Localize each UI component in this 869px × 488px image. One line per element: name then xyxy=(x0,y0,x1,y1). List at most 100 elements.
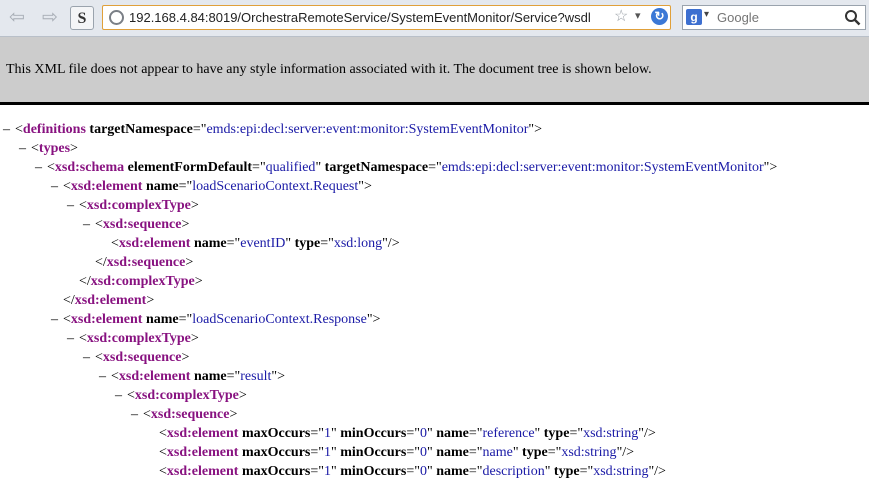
collapse-toggle[interactable]: – xyxy=(51,310,63,329)
attr-value: 1 xyxy=(324,426,332,441)
tag-name: xsd:element xyxy=(70,179,143,194)
xml-line: <xsd:element maxOccurs="1" minOccurs="0"… xyxy=(159,445,635,460)
search-icon[interactable] xyxy=(844,9,861,26)
attr-name: name xyxy=(436,464,469,479)
attr-name: type xyxy=(553,464,580,479)
tag-name: xsd:complexType xyxy=(134,388,239,403)
collapse-toggle[interactable]: – xyxy=(3,120,15,139)
xml-line: <xsd:element maxOccurs="1" minOccurs="0"… xyxy=(159,426,656,441)
tag-name: types xyxy=(38,141,71,156)
forward-arrow-icon[interactable]: ⇨ xyxy=(38,6,62,30)
attr-value: 1 xyxy=(324,464,332,479)
attr-name: targetNamespace xyxy=(324,160,429,175)
attr-value: xsd:string xyxy=(583,426,639,441)
attr-name: maxOccurs xyxy=(241,464,311,479)
tag-name: xsd:sequence xyxy=(102,350,182,365)
tag-name: xsd:element xyxy=(70,312,143,327)
tag-name: xsd:sequence xyxy=(150,407,230,422)
tag-name: xsd:sequence xyxy=(106,255,186,270)
xml-info-banner: This XML file does not appear to have an… xyxy=(0,37,869,105)
collapse-toggle[interactable]: – xyxy=(67,196,79,215)
chevron-down-icon[interactable]: ▾ xyxy=(635,9,641,22)
tag-name: definitions xyxy=(22,122,86,137)
attr-name: name xyxy=(436,445,469,460)
attr-name: maxOccurs xyxy=(241,426,311,441)
attr-name: name xyxy=(145,312,179,327)
tag-name: xsd:complexType xyxy=(86,331,191,346)
attr-name: minOccurs xyxy=(340,445,407,460)
collapse-toggle[interactable]: – xyxy=(83,348,95,367)
attr-value: 1 xyxy=(324,445,332,460)
attr-value: loadScenarioContext.Request xyxy=(192,179,359,194)
tag-name: xsd:element xyxy=(118,236,191,251)
s-extension-button[interactable]: S xyxy=(70,6,94,30)
xml-line: – <xsd:sequence> xyxy=(131,405,238,424)
xml-line: – <xsd:complexType> xyxy=(115,386,247,405)
attr-name: maxOccurs xyxy=(241,445,311,460)
bookmark-star-icon[interactable]: ☆ xyxy=(614,8,628,26)
xml-line: – <xsd:complexType> xyxy=(67,329,199,348)
google-logo-icon[interactable]: g xyxy=(686,9,702,25)
tag-name: xsd:element xyxy=(74,293,147,308)
xml-line: – <xsd:complexType> xyxy=(67,196,199,215)
attr-name: minOccurs xyxy=(340,464,407,479)
globe-icon xyxy=(109,10,124,25)
search-bar[interactable]: g ▾ xyxy=(682,5,866,30)
xml-line: </xsd:sequence> xyxy=(95,255,194,270)
attr-value: emds:epi:decl:server:event:monitor:Syste… xyxy=(441,160,764,175)
attr-name: name xyxy=(436,426,469,441)
xml-line: </xsd:complexType> xyxy=(79,274,203,289)
attr-value: name xyxy=(482,445,513,460)
xml-line: – <definitions targetNamespace="emds:epi:… xyxy=(3,120,543,139)
tag-name: xsd:element xyxy=(118,369,191,384)
tag-name: xsd:element xyxy=(166,426,239,441)
collapse-toggle[interactable]: – xyxy=(83,215,95,234)
attr-value: description xyxy=(482,464,545,479)
banner-message: This XML file does not appear to have an… xyxy=(6,62,652,77)
collapse-toggle[interactable]: – xyxy=(131,405,143,424)
tag-name: xsd:element xyxy=(166,464,239,479)
url-text[interactable]: 192.168.4.84:8019/OrchestraRemoteService… xyxy=(129,10,591,26)
attr-name: targetNamespace xyxy=(89,122,193,137)
search-engine-dropdown-icon[interactable]: ▾ xyxy=(704,9,709,20)
address-bar[interactable]: 192.168.4.84:8019/OrchestraRemoteService… xyxy=(102,5,671,30)
tag-name: xsd:complexType xyxy=(86,198,191,213)
attr-value: emds:epi:decl:server:event:monitor:Syste… xyxy=(206,122,529,137)
xml-line: – <xsd:element name="result"> xyxy=(99,367,285,386)
xml-line: </xsd:element> xyxy=(63,293,155,308)
attr-name: name xyxy=(145,179,179,194)
attr-name: name xyxy=(193,236,227,251)
collapse-toggle[interactable]: – xyxy=(115,386,127,405)
collapse-toggle[interactable]: – xyxy=(35,158,47,177)
xml-line: – <xsd:element name="loadScenarioContext.… xyxy=(51,310,381,329)
reload-icon[interactable]: ↻ xyxy=(651,8,668,25)
attr-name: elementFormDefault xyxy=(127,160,253,175)
xml-line: – <xsd:sequence> xyxy=(83,348,190,367)
attr-name: type xyxy=(543,426,570,441)
attr-value: qualified xyxy=(265,160,316,175)
attr-value: 0 xyxy=(419,445,427,460)
tag-name: xsd:sequence xyxy=(102,217,182,232)
attr-value: xsd:string xyxy=(561,445,617,460)
attr-value: 0 xyxy=(419,464,427,479)
attr-name: name xyxy=(193,369,227,384)
xml-line: <xsd:element maxOccurs="1" minOccurs="0"… xyxy=(159,464,666,479)
attr-value: 0 xyxy=(419,426,427,441)
xml-line: <xsd:element name="eventID" type="xsd:lo… xyxy=(111,236,400,251)
attr-name: type xyxy=(522,445,548,460)
collapse-toggle[interactable]: – xyxy=(51,177,63,196)
search-input[interactable] xyxy=(717,8,841,27)
back-arrow-icon[interactable]: ⇦ xyxy=(5,6,29,30)
collapse-toggle[interactable]: – xyxy=(67,329,79,348)
tag-name: xsd:complexType xyxy=(90,274,195,289)
collapse-toggle[interactable]: – xyxy=(99,367,111,386)
attr-value: reference xyxy=(482,426,535,441)
collapse-toggle[interactable]: – xyxy=(19,139,31,158)
attr-value: xsd:string xyxy=(593,464,649,479)
attr-value: eventID xyxy=(240,236,286,251)
xml-line: – <xsd:element name="loadScenarioContext.… xyxy=(51,177,372,196)
browser-toolbar: ⇦ ⇨ S 192.168.4.84:8019/OrchestraRemoteS… xyxy=(0,0,869,37)
tag-name: xsd:schema xyxy=(54,160,125,175)
attr-name: minOccurs xyxy=(340,426,407,441)
attr-name: type xyxy=(294,236,321,251)
